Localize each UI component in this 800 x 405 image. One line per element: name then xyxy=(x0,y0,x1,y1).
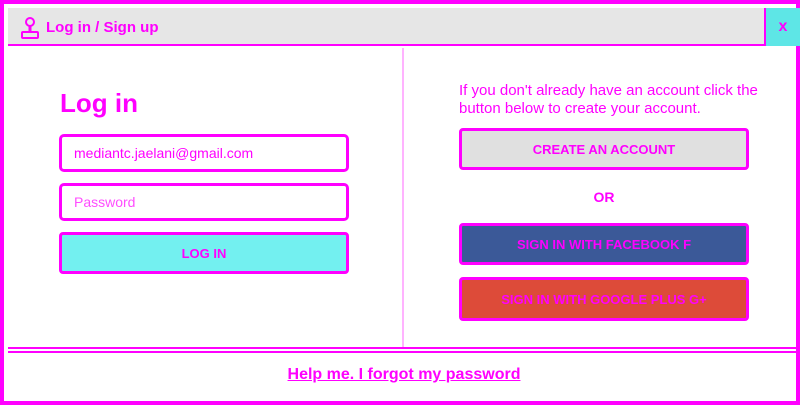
login-heading: Log in xyxy=(60,88,138,118)
login-button[interactable]: LOG IN xyxy=(59,232,349,274)
google-signin-button[interactable]: SIGN IN WITH GOOGLE PLUS g+ xyxy=(459,277,749,321)
footer-divider xyxy=(8,347,800,353)
facebook-signin-button[interactable]: SIGN IN WITH FACEBOOK f xyxy=(459,223,749,265)
modal-title: Log in / Sign up xyxy=(46,19,159,36)
close-button[interactable]: x xyxy=(764,8,800,46)
email-value: mediantc.jaelani@gmail.com xyxy=(74,145,254,161)
joystick-icon xyxy=(21,17,39,39)
email-field[interactable]: mediantc.jaelani@gmail.com xyxy=(59,134,349,172)
modal-header: Log in / Sign up x xyxy=(8,8,800,46)
login-modal: Log in / Sign up x Log in mediantc.jaela… xyxy=(0,0,800,405)
forgot-password-link[interactable]: Help me. I forgot my password xyxy=(4,366,800,384)
signup-description: If you don't already have an account cli… xyxy=(459,82,758,117)
password-field[interactable]: Password xyxy=(59,183,349,221)
create-account-button[interactable]: CREATE AN ACCOUNT xyxy=(459,128,749,170)
column-divider xyxy=(402,48,404,348)
or-separator: OR xyxy=(593,189,615,205)
password-placeholder: Password xyxy=(74,194,136,210)
